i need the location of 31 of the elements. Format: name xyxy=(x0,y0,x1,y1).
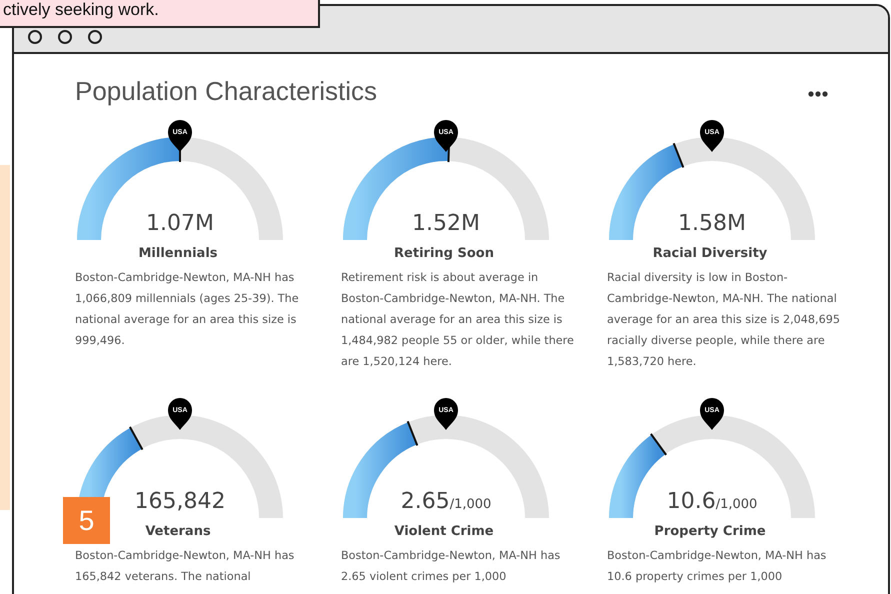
gauge-label: Racial Diversity xyxy=(652,246,768,261)
gauge-description: Racial diversity is low in Boston-Cambridge-Newton, MA-NH. The national average for an area this size is 2,048,695 racially diverse people, while there are 1,583,720 here. xyxy=(607,270,841,370)
gauge-label: Violent Crime xyxy=(394,524,494,539)
gauge-label: Veterans xyxy=(145,524,211,539)
step-badge: 5 xyxy=(63,497,110,544)
gauge-value: 2.65/1,000 xyxy=(400,489,492,514)
gauge-value: 1.58M xyxy=(677,211,747,236)
map-pin-icon xyxy=(168,120,192,152)
gauge-value: 165,842 xyxy=(134,489,226,514)
map-pin-icon xyxy=(700,398,724,430)
gauge-label: Millennials xyxy=(138,246,218,261)
gauge-description: Boston-Cambridge-Newton, MA-NH has 2.65 violent crimes per 1,000 xyxy=(341,548,562,585)
map-pin-icon xyxy=(168,398,192,430)
gauge-label: Property Crime xyxy=(654,524,766,539)
window-control-icon[interactable] xyxy=(28,30,42,44)
gauge-value: 10.6/1,000 xyxy=(666,489,758,514)
gauge-description: Retirement risk is about average in Boston-Cambridge-Newton, MA-NH. The national average for an area this size is 1,484,982 people 55 or older, while there are 1,520,124 here. xyxy=(341,270,575,370)
map-pin-icon xyxy=(700,120,724,152)
window-control-icon[interactable] xyxy=(88,30,102,44)
gauge-description: Boston-Cambridge-Newton, MA-NH has 165,842 veterans. The national xyxy=(75,548,296,585)
gauge-label: Retiring Soon xyxy=(394,246,494,261)
gauge-value: 1.52M xyxy=(411,211,481,236)
gauge-value: 1.07M xyxy=(145,211,215,236)
window-control-icon[interactable] xyxy=(58,30,72,44)
section-title: Population Characteristics xyxy=(75,76,378,106)
map-pin-icon xyxy=(434,120,458,152)
note-text: ctively seeking work. xyxy=(3,0,159,20)
gauge-description: Boston-Cambridge-Newton, MA-NH has 1,066,809 millennials (ages 25-39). The national average for an area this size is 999,496. xyxy=(75,270,300,349)
more-icon[interactable] xyxy=(808,91,828,97)
map-pin-icon xyxy=(434,398,458,430)
gauge-description: Boston-Cambridge-Newton, MA-NH has 10.6 property crimes per 1,000 xyxy=(607,548,828,585)
